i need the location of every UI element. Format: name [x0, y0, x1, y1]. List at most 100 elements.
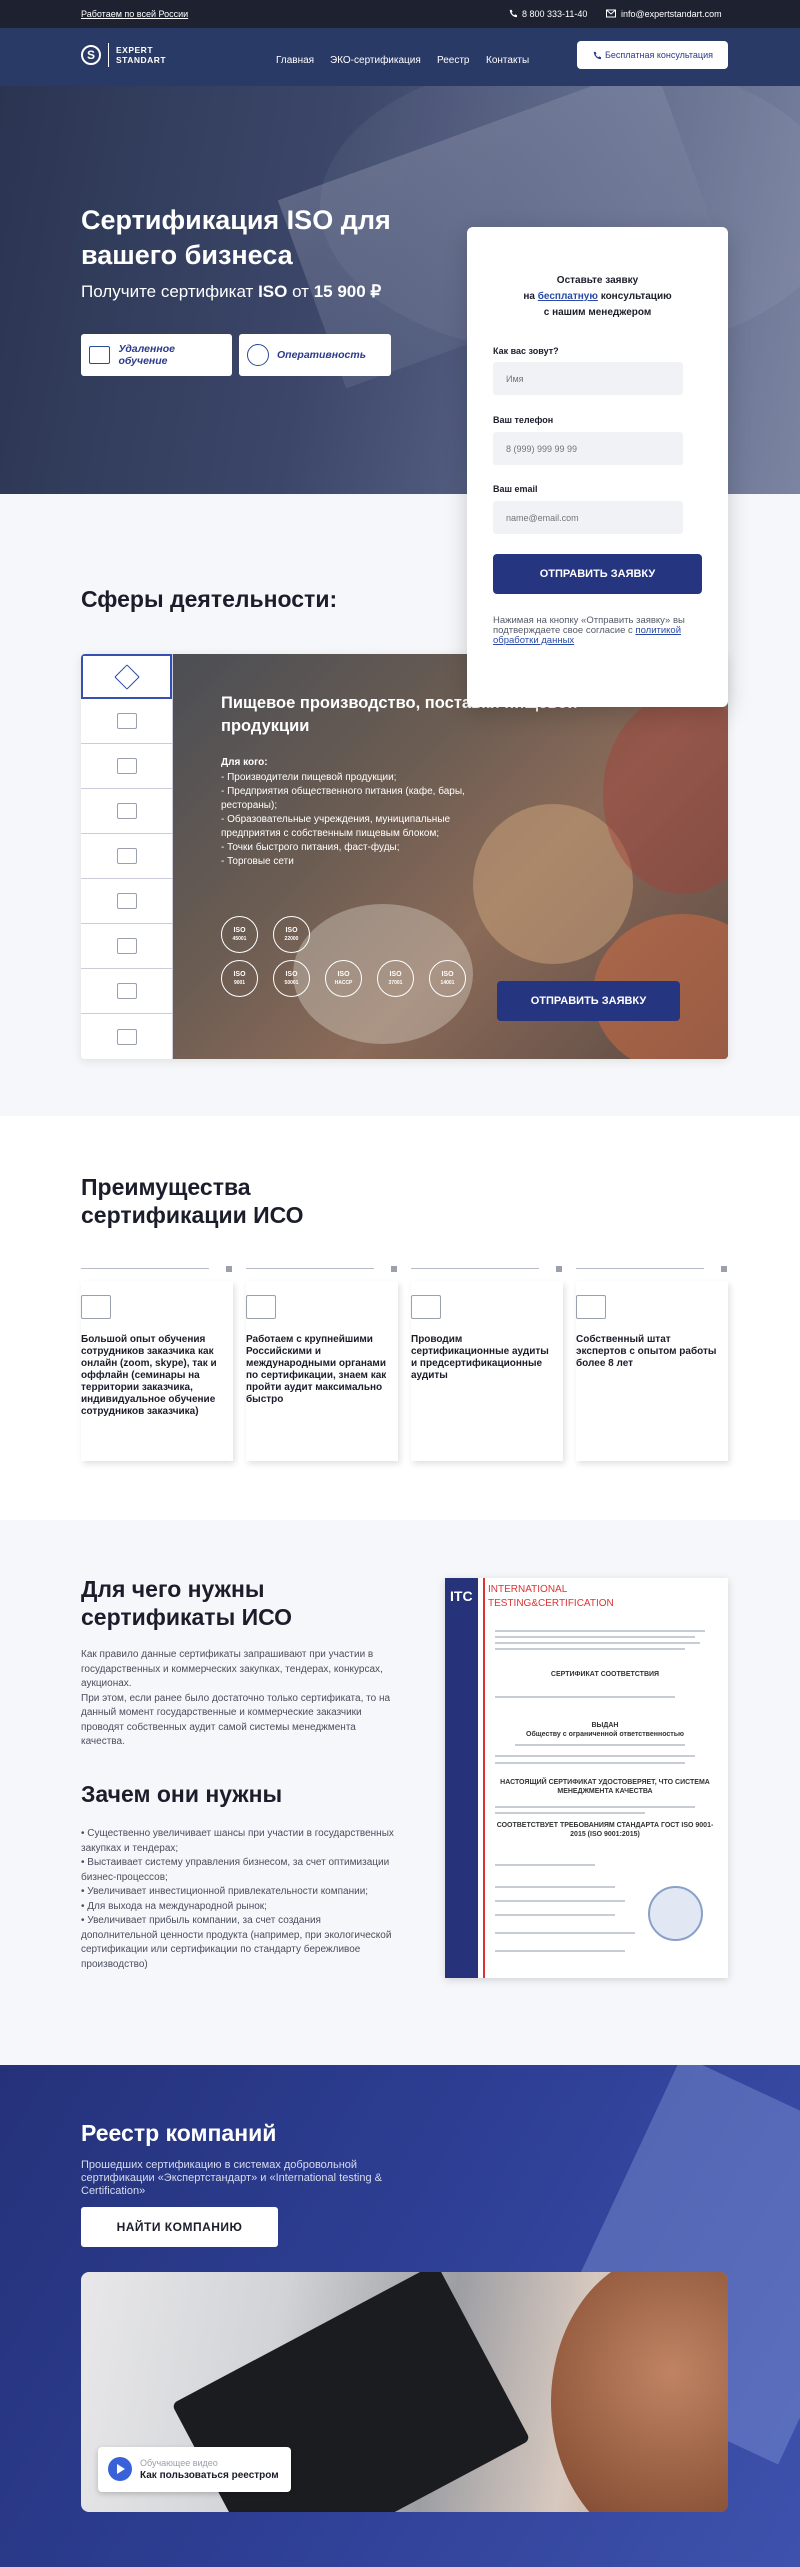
hero-price: 15 900 ₽: [313, 282, 382, 301]
find-company-button[interactable]: НАЙТИ КОМПАНИЮ: [81, 2207, 278, 2247]
divider: [411, 1268, 539, 1269]
advantage-text: Большой опыт обучения сотрудников заказч…: [81, 1334, 217, 1417]
tab-documents[interactable]: [81, 834, 172, 879]
certificate-text-line: [495, 1950, 625, 1952]
region-link[interactable]: Работаем по всей России: [81, 9, 188, 19]
certificate-sidebar: [445, 1578, 478, 1978]
speed-button[interactable]: Оперативность: [239, 334, 391, 376]
certificate-text-line: [495, 1886, 615, 1888]
tab-food[interactable]: [81, 654, 172, 699]
logo-divider: [108, 43, 109, 67]
remote-learning-button[interactable]: Удаленное обучение: [81, 334, 232, 376]
iso-badge: ISO 9001: [221, 960, 258, 997]
advantage-text: Работаем с крупнейшими Российскими и меж…: [246, 1334, 387, 1405]
document-icon: [116, 848, 137, 864]
remote-learning-label: Удаленное обучение: [118, 343, 175, 367]
divider: [246, 1268, 374, 1269]
tab-checklist[interactable]: [81, 1014, 172, 1059]
nav-eco[interactable]: ЭКО-сертификация: [330, 55, 421, 66]
certificate-text-line: [515, 1744, 685, 1746]
email-input[interactable]: [493, 501, 683, 534]
certificate-text-line: [495, 1696, 675, 1698]
spheres-heading: Сферы деятельности:: [81, 586, 338, 612]
header: S EXPERT STANDART Главная ЭКО-сертификац…: [0, 28, 800, 86]
hero-subtitle-prefix: Получите сертификат: [81, 282, 254, 301]
certificate-image: ITC INTERNATIONAL TESTING&CERTIFICATION …: [445, 1578, 728, 1978]
hero-title: Сертификация ISO для вашего бизнеса: [81, 205, 391, 270]
monitor-icon: [89, 346, 111, 364]
phone-icon: [593, 51, 602, 59]
registry-subtitle: Прошедших сертификацию в системах добров…: [81, 2159, 382, 2197]
form-title-highlight: бесплатную: [537, 291, 598, 302]
why-heading: Для чего нужны сертификаты ИСО: [81, 1576, 293, 1630]
list-item: • Выстаивает систему управления бизнесом…: [81, 1857, 390, 1883]
checklist-icon: [116, 1028, 137, 1045]
certificate-org-line2: TESTING&CERTIFICATION: [488, 1598, 614, 1609]
tab-engineering[interactable]: [81, 789, 172, 834]
logo-text: EXPERT STANDART: [116, 45, 166, 65]
iso-badge: ISO 37001: [377, 960, 414, 997]
divider: [576, 1268, 704, 1269]
bricks-icon: [116, 893, 137, 909]
hero-subtitle-iso: ISO: [258, 282, 288, 301]
form-title-line1: Оставьте заявку: [556, 275, 639, 286]
top-bar: Работаем по всей России 8 800 333-11-40 …: [0, 0, 800, 28]
certificate-text-line: [495, 1648, 685, 1650]
video-title: Как пользоваться реестром: [140, 2470, 279, 2481]
email-link[interactable]: info@expertstandart.com: [621, 9, 722, 19]
tab-building[interactable]: [81, 879, 172, 924]
advantage-card: Работаем с крупнейшими Российскими и меж…: [246, 1281, 398, 1461]
certificate-text-line: [495, 1636, 695, 1638]
phone-number[interactable]: 8 800 333-11-40: [522, 9, 587, 19]
tab-delivery[interactable]: [81, 969, 172, 1014]
phone-input[interactable]: [493, 432, 683, 465]
free-consultation-button[interactable]: Бесплатная консультация: [577, 41, 728, 69]
name-input[interactable]: [493, 362, 683, 395]
list-item: - Точки быстрого питания, фаст-фуды;: [221, 842, 400, 853]
nav-contacts[interactable]: Контакты: [486, 55, 529, 66]
registry-heading: Реестр компаний: [81, 2120, 277, 2146]
form-title-post: консультацию: [600, 291, 672, 302]
list-item: • Существенно увеличивает шансы при учас…: [81, 1828, 394, 1854]
play-icon[interactable]: [108, 2457, 132, 2481]
phone-label: Ваш телефон: [493, 415, 554, 425]
certificate-text-line: [495, 1755, 695, 1757]
factory-icon: [116, 713, 137, 729]
logo-mark: S: [81, 45, 101, 65]
iso-badge: ISO 14001: [429, 960, 466, 997]
free-consultation-label: Бесплатная консультация: [605, 50, 713, 60]
certificate-seal: [648, 1886, 703, 1941]
construction-icon: [116, 758, 137, 774]
nav-home[interactable]: Главная: [276, 55, 314, 66]
nav-registry[interactable]: Реестр: [437, 55, 470, 66]
tab-crane[interactable]: [81, 924, 172, 969]
clock-icon: [247, 344, 269, 366]
iso-badge: ISO 45001: [221, 916, 258, 953]
monitor-icon: [81, 1295, 111, 1319]
advantage-text: Проводим сертификационные аудиты и предс…: [411, 1334, 549, 1381]
tab-construction[interactable]: [81, 744, 172, 789]
certificate-text-line: [495, 1630, 705, 1632]
certificate-text-line: [495, 1864, 595, 1866]
list-item: • Увеличивает инвестиционной привлекател…: [81, 1886, 369, 1897]
phone-icon: [509, 9, 517, 18]
list-item: - Производители пищевой продукции;: [221, 772, 397, 783]
certificate-text-line: [495, 1812, 645, 1814]
certificate-text-line: [495, 1642, 700, 1644]
list-item: - Предприятия общественного питания (каф…: [221, 786, 465, 811]
tab-industry[interactable]: [81, 699, 172, 744]
why-text: Как правило данные сертификаты запрашива…: [81, 1649, 391, 1747]
delivery-icon: [116, 983, 137, 999]
spheres-widget: Пищевое производство, поставки пищевой п…: [81, 654, 728, 1059]
divider-dot: [721, 1266, 727, 1272]
sphere-list: - Производители пищевой продукции; - Пре…: [221, 771, 486, 869]
form-submit-button[interactable]: ОТПРАВИТЬ ЗАЯВКУ: [493, 554, 702, 594]
sphere-submit-button[interactable]: ОТПРАВИТЬ ЗАЯВКУ: [497, 981, 680, 1021]
tutorial-video[interactable]: Обучающее видео Как пользоваться реестро…: [81, 2272, 728, 2512]
hero-subtitle-mid: от: [292, 282, 309, 301]
gears-icon: [116, 803, 137, 819]
iso-badge: ISO HACCP: [325, 960, 362, 997]
logo[interactable]: S EXPERT STANDART: [81, 43, 166, 67]
video-card[interactable]: Обучающее видео Как пользоваться реестро…: [98, 2447, 291, 2492]
speed-label: Оперативность: [277, 349, 366, 361]
